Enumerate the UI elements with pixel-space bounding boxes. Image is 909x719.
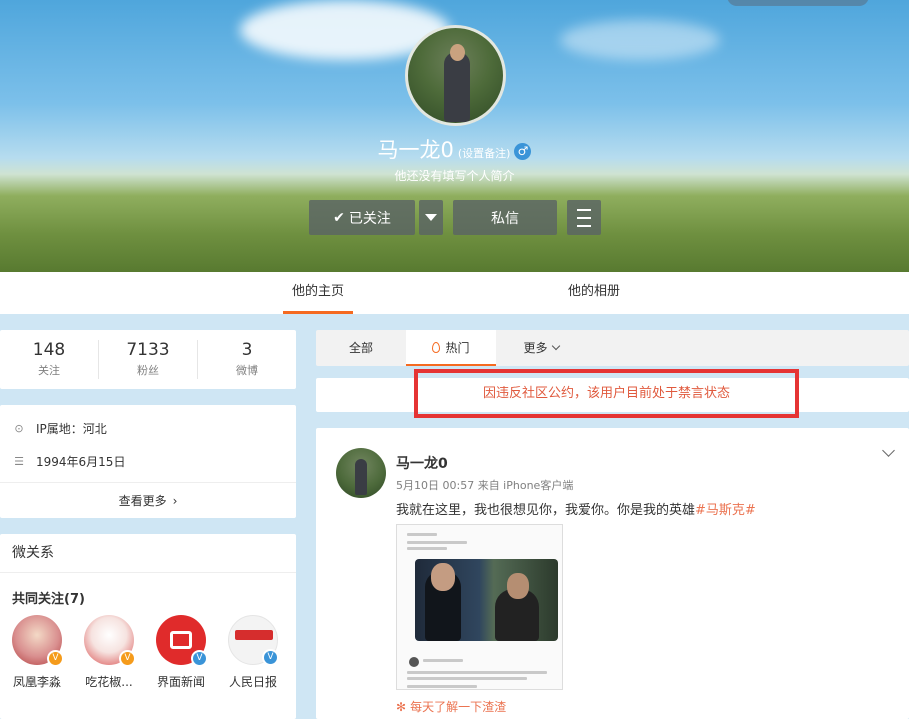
stat-followers[interactable]: 7133 粉丝 [98,340,197,379]
cloud-decoration [560,20,720,60]
profile-name: 马一龙0 [377,138,454,162]
relations-title: 微关系 [0,534,296,573]
stat-posts-count: 3 [241,340,253,360]
post-options-chevron-icon[interactable] [882,444,895,457]
verified-badge-icon: V [47,650,64,667]
message-button[interactable]: 私信 [453,200,557,235]
relations-card: 微关系 共同关注(7) V 凤凰李淼 V 吃花椒... V 界面新闻 V 人民日… [0,534,296,719]
profile-avatar[interactable] [405,25,506,126]
common-follow-name: 人民日报 [228,675,277,689]
chevron-down-icon [551,341,560,351]
avatar-figure [444,52,470,122]
common-follow-item[interactable]: V 界面新闻 [153,615,209,690]
stat-following-label: 关注 [38,364,60,377]
location-pin-icon: ⊙ [14,422,24,435]
post-image[interactable] [396,524,563,690]
post-author-name[interactable]: 马一龙0 [396,453,448,473]
set-remark-link[interactable]: (设置备注) [458,147,511,160]
common-follow-item[interactable]: V 吃花椒... [81,615,137,690]
more-menu-button[interactable] [567,200,601,235]
tab-home[interactable]: 他的主页 [283,272,353,314]
stat-posts-label: 微博 [236,364,258,377]
sparkle-icon: ✻ [396,700,407,714]
post-text: 我就在这里，我也很想见你，我爱你。你是我的英雄#马斯克# [396,499,756,518]
followed-label: 已关注 [348,210,391,227]
feed-filter-bar: 全部 热门 更多 [316,330,909,366]
ban-notice: 因违反社区公约，该用户目前处于禁言状态 [414,369,799,418]
post-author-avatar[interactable] [336,448,386,498]
daily-link-label: 每天了解一下渣渣 [410,700,507,714]
avatar: V [156,615,208,667]
profile-bio: 他还没有填写个人简介 [394,169,515,183]
profile-name-row: 马一龙0 (设置备注) ♂ [0,134,909,164]
peoples-daily-logo-icon [235,630,273,640]
avatar: V [12,615,64,667]
filter-hot[interactable]: 热门 [406,330,496,366]
birthday-row: ☰ 1994年6月15日 [12,453,125,470]
flame-icon [432,342,441,353]
verified-badge-icon: V [262,649,279,666]
tab-album[interactable]: 他的相册 [559,272,629,314]
filter-more-label: 更多 [523,341,548,355]
stats-card: 148 关注 7133 粉丝 3 微博 [0,330,296,389]
avatar: V [84,615,136,667]
stat-followers-count: 7133 [126,340,170,360]
hashtag-link[interactable]: #马斯克# [695,503,756,518]
caret-down-icon [425,214,437,221]
common-follow-title: 共同关注(7) [12,592,85,607]
profile-cover: 马一龙0 (设置备注) ♂ 他还没有填写个人简介 ✔ 已关注 私信 [0,0,909,272]
male-icon: ♂ [514,143,532,160]
avatar: V [228,615,279,666]
avatar-figure [355,459,367,495]
stat-following-count: 148 [32,340,66,360]
filter-hot-label: 热门 [445,341,470,355]
verified-badge-icon: V [191,650,208,667]
birthday-cake-icon: ☰ [14,455,24,468]
common-follow-name: 吃花椒... [85,675,133,689]
profile-tab-bar: 他的主页 他的相册 [0,272,909,314]
cover-search-pill[interactable] [727,0,869,6]
ip-location-row: ⊙ IP属地：河北 [12,420,107,437]
stat-followers-label: 粉丝 [137,364,159,377]
common-follow-name: 界面新闻 [156,675,205,689]
jiemian-logo-icon [170,631,192,649]
see-more-link[interactable]: 查看更多 › [0,482,296,518]
post-card: 马一龙0 5月10日 00:57 来自 iPhone客户端 我就在这里，我也很想… [316,428,909,719]
stat-posts[interactable]: 3 微博 [197,340,296,379]
daily-link[interactable]: ✻ 每天了解一下渣渣 [396,698,506,715]
verified-badge-icon: V [119,650,136,667]
filter-more[interactable]: 更多 [506,330,576,366]
image-photo [415,559,558,641]
followed-button[interactable]: ✔ 已关注 [309,200,415,235]
post-meta: 5月10日 00:57 来自 iPhone客户端 [396,479,574,492]
post-text-main: 我就在这里，我也很想见你，我爱你。你是我的英雄 [396,503,696,518]
filter-all[interactable]: 全部 [316,330,406,366]
info-card: ⊙ IP属地：河北 ☰ 1994年6月15日 查看更多 › [0,405,296,518]
chevron-right-icon: › [172,494,178,508]
check-icon: ✔ [333,209,345,226]
menu-icon [577,208,591,211]
avatar-figure-head [450,44,465,61]
ip-location-text: IP属地：河北 [36,422,107,436]
common-follow-item[interactable]: V 人民日报 [225,615,281,690]
see-more-label: 查看更多 [118,494,167,508]
message-label: 私信 [491,210,519,227]
follow-dropdown-button[interactable] [419,200,443,235]
birthday-text: 1994年6月15日 [36,455,126,469]
stat-following[interactable]: 148 关注 [0,330,98,389]
common-follow-item[interactable]: V 凤凰李淼 [9,615,65,690]
common-follow-name: 凤凰李淼 [12,675,61,689]
